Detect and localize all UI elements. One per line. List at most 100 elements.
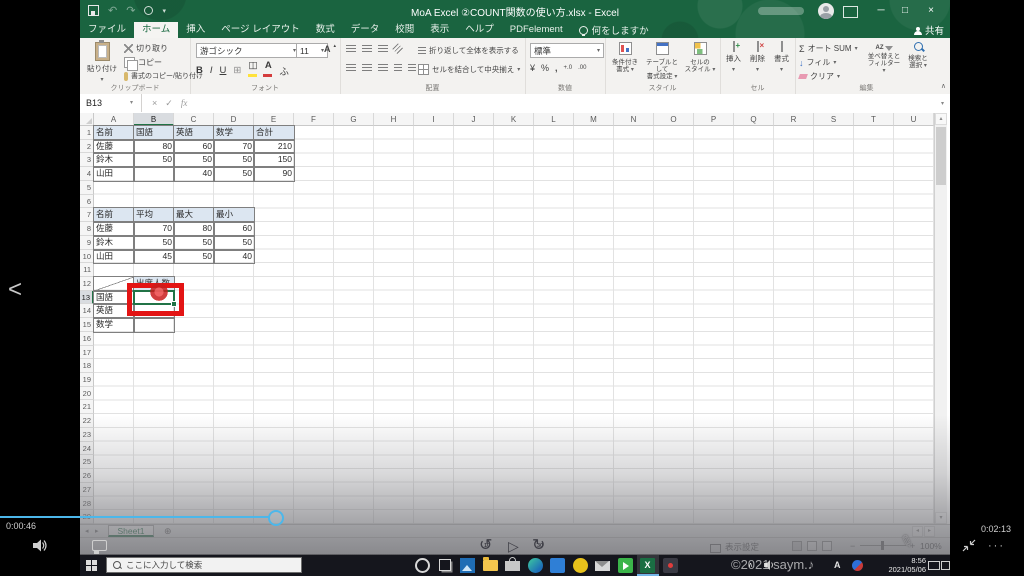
comma-style-button[interactable]: , [555, 63, 558, 73]
app-yellow-icon[interactable] [572, 558, 588, 573]
ribbon-tab-0[interactable]: ファイル [80, 22, 134, 38]
edge-icon[interactable] [527, 558, 543, 573]
column-header-M[interactable]: M [574, 113, 614, 126]
scroll-up-icon[interactable]: ▴ [935, 113, 947, 125]
player-shrink-icon[interactable] [962, 539, 976, 557]
row-header-2[interactable]: 2 [80, 139, 94, 154]
ribbon-tab-4[interactable]: 数式 [308, 22, 343, 38]
column-header-P[interactable]: P [694, 113, 734, 126]
find-select-button[interactable]: 検索と 選択 ▾ [903, 42, 933, 70]
underline-button[interactable]: U [220, 65, 227, 76]
player-progress-bar[interactable] [0, 516, 270, 518]
ruby-button[interactable]: ふ [279, 64, 289, 78]
row-header-27[interactable]: 27 [80, 482, 94, 497]
start-button[interactable] [86, 560, 97, 571]
cortana-icon[interactable] [415, 558, 430, 573]
row-header-6[interactable]: 6 [80, 194, 94, 209]
player-volume-icon[interactable] [33, 539, 47, 557]
recorder-icon[interactable] [662, 558, 678, 573]
fill-button[interactable]: ↓ フィル ▾ [799, 57, 836, 68]
cell-D9[interactable]: 50 [213, 235, 255, 250]
cell-B8[interactable]: 70 [133, 221, 175, 237]
column-header-A[interactable]: A [94, 113, 134, 126]
ribbon-tab-7[interactable]: 表示 [422, 22, 457, 38]
vertical-scrollbar[interactable]: ▴ ▾ [934, 113, 947, 524]
cell-A8[interactable]: 佐藤 [93, 221, 135, 237]
font-color-button[interactable]: A [263, 61, 273, 79]
column-header-K[interactable]: K [494, 113, 534, 126]
cut-button[interactable]: 切り取り [124, 43, 168, 54]
row-header-8[interactable]: 8 [80, 222, 94, 236]
ribbon-tab-1[interactable]: ホーム [134, 22, 179, 38]
worksheet-grid[interactable]: ▴ ▾ A B C D E F G H I J K L M N O P Q R S T U 1 2 3 4 5 6 7 8 9 10 11 12… [80, 113, 950, 524]
taskbar-clock[interactable]: 8:56 2021/05/06 [868, 556, 926, 574]
store-icon[interactable] [505, 557, 520, 571]
cancel-formula-icon[interactable]: × [152, 98, 157, 108]
borders-button[interactable]: ⊞ [233, 65, 241, 76]
align-center-icon[interactable] [362, 64, 372, 72]
excel-icon[interactable]: X [640, 558, 655, 573]
align-middle-icon[interactable] [362, 45, 372, 53]
increase-decimal-button[interactable]: +.0 [564, 65, 573, 71]
sheet-tab-sheet1[interactable]: Sheet1 [108, 525, 154, 537]
cell-A15[interactable]: 数学 [93, 317, 135, 333]
cell-B3[interactable]: 50 [133, 152, 175, 168]
column-header-R[interactable]: R [774, 113, 814, 126]
select-all-corner[interactable] [80, 113, 94, 126]
cell-D1[interactable]: 数学 [213, 125, 255, 141]
page-layout-view-icon[interactable] [807, 541, 817, 551]
conditional-formatting-button[interactable]: 条件付き 書式 ▾ [607, 42, 643, 74]
cell-B9[interactable]: 50 [133, 235, 175, 250]
delete-cells-button[interactable]: × 削除 ▾ [746, 41, 769, 73]
tell-me-box[interactable]: 何をしますか [571, 22, 657, 38]
cell-A10[interactable]: 山田 [93, 249, 135, 264]
insert-function-icon[interactable]: fx [181, 98, 188, 108]
player-previous-icon[interactable]: < [8, 276, 22, 304]
clear-button[interactable]: クリア ▾ [798, 71, 840, 82]
row-header-9[interactable]: 9 [80, 235, 94, 250]
cell-E1[interactable]: 合計 [253, 125, 295, 141]
column-header-L[interactable]: L [534, 113, 574, 126]
touch-keyboard-icon[interactable] [928, 561, 940, 570]
task-view-icon[interactable] [438, 559, 451, 571]
vertical-scroll-thumb[interactable] [936, 127, 946, 185]
grow-font-icon[interactable]: A ▴ [324, 43, 336, 54]
cell-C1[interactable]: 英語 [173, 125, 215, 141]
insert-cells-button[interactable]: + 挿入 ▾ [722, 41, 745, 73]
enter-formula-icon[interactable]: ✓ [165, 98, 173, 109]
cell-C3[interactable]: 50 [173, 152, 215, 168]
app-blue-icon[interactable] [550, 558, 565, 573]
player-subtitle-icon[interactable] [92, 540, 107, 554]
row-header-17[interactable]: 17 [80, 345, 94, 360]
sort-filter-button[interactable]: AZ 並べ替えと フィルター ▾ [867, 42, 901, 75]
column-header-G[interactable]: G [334, 113, 374, 126]
ribbon-tab-5[interactable]: データ [343, 22, 388, 38]
display-settings-button[interactable]: 表示設定 [710, 541, 759, 553]
row-header-12[interactable]: 12 [80, 276, 94, 291]
indent-decrease-icon[interactable] [394, 64, 402, 72]
ribbon-display-options-icon[interactable] [843, 6, 858, 18]
column-header-E[interactable]: E [254, 113, 294, 126]
formula-input[interactable] [206, 95, 922, 111]
photos-icon[interactable] [460, 558, 475, 573]
close-button[interactable]: × [918, 0, 944, 22]
row-header-24[interactable]: 24 [80, 441, 94, 456]
ribbon-tab-3[interactable]: ページ レイアウト [213, 22, 307, 38]
row-header-15[interactable]: 15 [80, 318, 94, 332]
forward-30-icon[interactable]: ↻ 30 [532, 537, 545, 555]
wrap-text-button[interactable]: 折り返して全体を表示する [418, 45, 519, 56]
cell-D3[interactable]: 50 [213, 152, 255, 168]
cell-C7[interactable]: 最大 [173, 207, 215, 223]
row-header-3[interactable]: 3 [80, 153, 94, 168]
column-header-F[interactable]: F [294, 113, 334, 126]
user-avatar[interactable] [818, 3, 834, 19]
player-playhead[interactable] [268, 510, 284, 526]
cell-C10[interactable]: 50 [173, 249, 215, 264]
cell-D10[interactable]: 40 [213, 249, 255, 264]
cell-E3[interactable]: 150 [253, 152, 295, 168]
cell-B15[interactable] [133, 317, 175, 333]
column-header-J[interactable]: J [454, 113, 494, 126]
align-top-icon[interactable] [346, 45, 356, 53]
app-green-icon[interactable] [617, 558, 633, 573]
bold-button[interactable]: B [196, 65, 203, 76]
